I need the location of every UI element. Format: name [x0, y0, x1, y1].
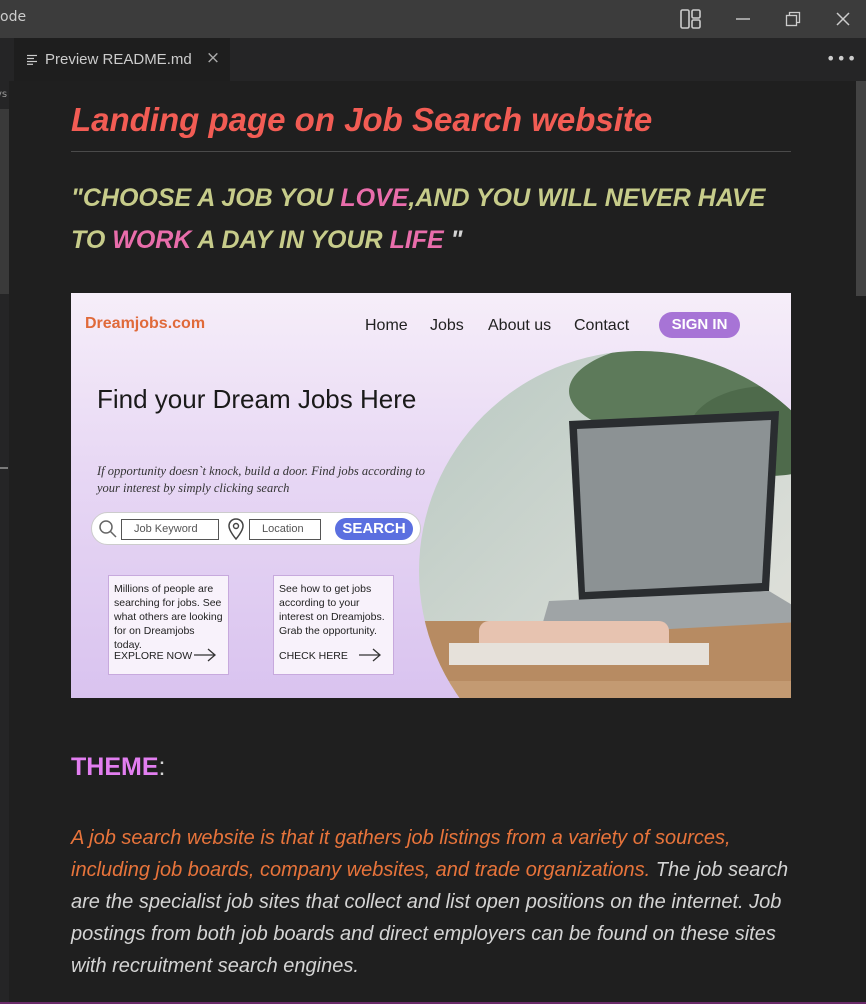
nav-home: Home: [365, 317, 408, 334]
landing-page-image: Dreamjobs.com Home Jobs About us Contact…: [71, 293, 791, 698]
left-editor-group: vs: [0, 81, 9, 1004]
mock-search-bar: Job Keyword Location SEARCH: [91, 512, 421, 545]
info-card-check: See how to get jobs according to your in…: [273, 575, 394, 675]
tab-label: Preview README.md: [45, 51, 192, 68]
quote-end: ": [443, 226, 463, 254]
more-actions-button[interactable]: •••: [826, 46, 856, 72]
ellipsis-icon: •••: [826, 49, 858, 68]
close-window-button[interactable]: [820, 0, 866, 38]
quote-part: A DAY IN YOUR: [191, 226, 390, 254]
restore-button[interactable]: [770, 0, 816, 38]
arrow-right-icon: [359, 648, 381, 662]
nav-jobs: Jobs: [430, 317, 464, 334]
arrow-right-icon: [194, 648, 216, 662]
info-card-explore: Millions of people are searching for job…: [108, 575, 229, 675]
hero-heading: Find your Dream Jobs Here: [97, 384, 417, 414]
quote-highlight-life: LIFE: [389, 226, 444, 254]
card-text: See how to get jobs according to your in…: [279, 583, 385, 637]
quote-part: "CHOOSE A JOB YOU: [71, 184, 341, 212]
preview-lines-icon: [27, 54, 37, 65]
nav-contact: Contact: [574, 317, 630, 334]
card-cta: CHECK HERE: [279, 650, 348, 662]
customize-layout-button[interactable]: [668, 0, 714, 38]
title-bar: ode: [0, 0, 866, 38]
hero-subtext: If opportunity doesn`t knock, build a do…: [97, 464, 425, 495]
search-icon: [99, 520, 117, 538]
laptop-photo: [419, 351, 791, 698]
mock-search-button: SEARCH: [335, 518, 413, 540]
left-group-marker: [0, 467, 8, 469]
mock-location-field: Location: [249, 519, 321, 540]
nav-about-us: About us: [488, 317, 552, 334]
title-divider: [71, 151, 791, 152]
theme-heading-text: THEME: [71, 753, 159, 781]
tab-preview-readme[interactable]: Preview README.md ×: [14, 38, 230, 81]
tab-close-icon[interactable]: ×: [205, 50, 221, 67]
quote-highlight-love: LOVE: [340, 184, 409, 212]
quote-highlight-work: WORK: [112, 226, 192, 254]
editor-tab-strip: Preview README.md × •••: [0, 38, 866, 81]
sign-in-button: SIGN IN: [659, 312, 740, 338]
mock-keyword-field: Job Keyword: [121, 519, 219, 540]
layout-icon: [680, 9, 701, 29]
close-icon: [836, 12, 850, 26]
site-brand: Dreamjobs.com: [85, 315, 206, 332]
theme-paragraph: A job search website is that it gathers …: [71, 822, 791, 982]
card-text: Millions of people are searching for job…: [114, 583, 223, 651]
quote-heading: "CHOOSE A JOB YOU LOVE,AND YOU WILL NEVE…: [71, 177, 791, 261]
location-pin-icon: [228, 518, 244, 540]
left-group-scrollbar[interactable]: [0, 109, 9, 294]
minimize-button[interactable]: [720, 0, 766, 38]
card-cta: EXPLORE NOW: [114, 650, 193, 662]
window-title: ode: [0, 9, 27, 25]
readme-title: Landing page on Job Search website: [71, 101, 653, 138]
restore-icon: [785, 11, 801, 27]
left-group-text: vs: [0, 89, 8, 100]
preview-scrollbar[interactable]: [856, 81, 866, 296]
theme-heading-colon: :: [158, 753, 166, 781]
theme-heading: THEME:: [71, 753, 165, 782]
theme-accent-text: A job search website is that it gathers …: [71, 827, 731, 881]
minimize-icon: [736, 18, 750, 20]
